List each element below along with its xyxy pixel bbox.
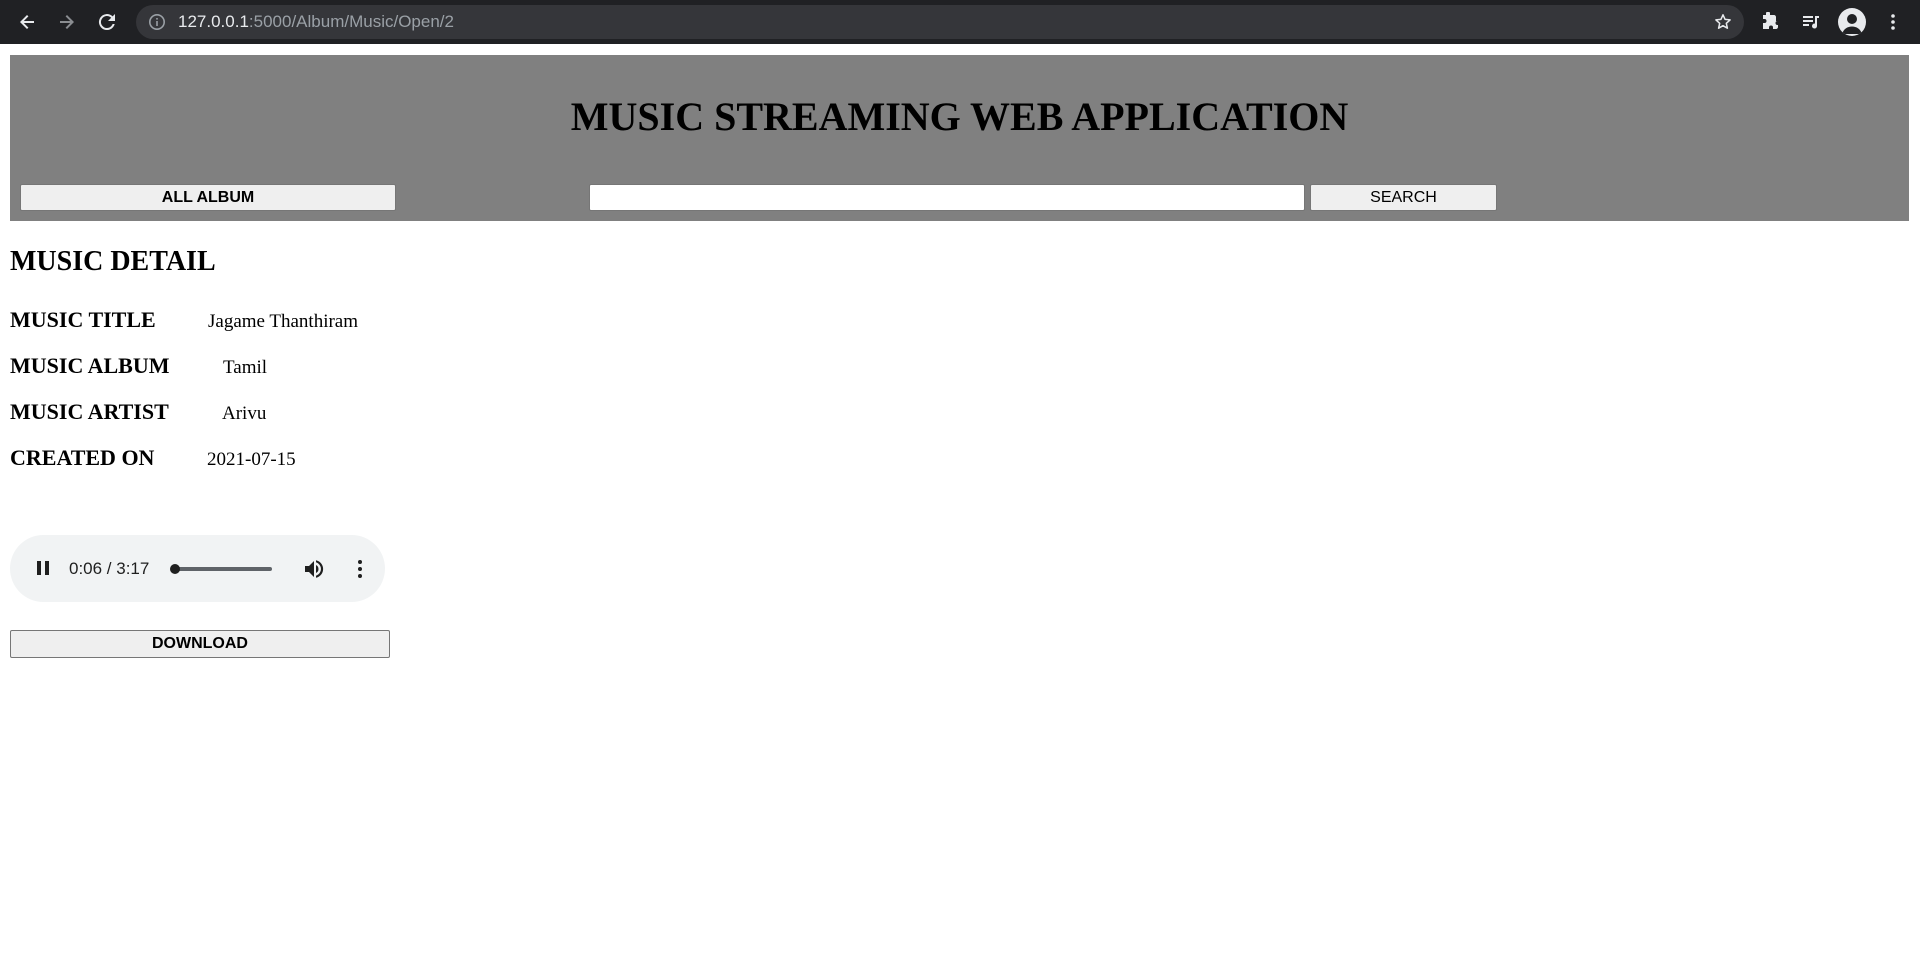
playback-time: 0:06 / 3:17 xyxy=(69,559,150,578)
detail-value: Tamil xyxy=(223,357,268,378)
search-button[interactable]: SEARCH xyxy=(1310,184,1497,211)
back-arrow-icon[interactable] xyxy=(14,9,40,35)
site-title: MUSIC STREAMING WEB APPLICATION xyxy=(570,94,1349,139)
url-host: 127.0.0.1 xyxy=(178,12,249,31)
forward-arrow-icon[interactable] xyxy=(54,9,80,35)
search-input[interactable] xyxy=(589,184,1305,211)
info-icon[interactable] xyxy=(148,13,166,36)
more-options-icon[interactable] xyxy=(348,557,372,586)
url-text: 127.0.0.1:5000/Album/Music/Open/2 xyxy=(178,5,454,39)
detail-value: 2021-07-15 xyxy=(207,449,296,470)
kebab-menu-icon[interactable] xyxy=(1880,9,1906,35)
detail-label: MUSIC ARTIST xyxy=(10,399,169,424)
star-icon[interactable] xyxy=(1714,13,1732,36)
detail-label: MUSIC ALBUM xyxy=(10,353,170,378)
media-queue-icon[interactable] xyxy=(1798,9,1824,35)
all-album-button[interactable]: ALL ALBUM xyxy=(20,184,396,211)
pause-icon[interactable] xyxy=(34,559,52,582)
seek-slider[interactable] xyxy=(170,564,272,574)
url-path: :5000/Album/Music/Open/2 xyxy=(248,12,454,31)
puzzle-icon[interactable] xyxy=(1758,9,1784,35)
detail-value: Jagame Thanthiram xyxy=(208,311,359,332)
profile-icon[interactable] xyxy=(1838,8,1866,36)
download-button[interactable]: DOWNLOAD xyxy=(10,630,390,658)
detail-label: CREATED ON xyxy=(10,445,155,470)
audio-player: 0:06 / 3:17 xyxy=(10,535,385,602)
music-detail-heading: MUSIC DETAIL xyxy=(10,246,216,277)
detail-label: MUSIC TITLE xyxy=(10,307,156,332)
volume-icon[interactable] xyxy=(302,557,326,586)
seek-handle[interactable] xyxy=(170,564,180,574)
reload-icon[interactable] xyxy=(94,9,120,35)
site-header: MUSIC STREAMING WEB APPLICATION ALL ALBU… xyxy=(10,55,1909,221)
detail-value: Arivu xyxy=(222,403,267,424)
browser-toolbar: 127.0.0.1:5000/Album/Music/Open/2 xyxy=(0,0,1920,44)
address-bar[interactable]: 127.0.0.1:5000/Album/Music/Open/2 xyxy=(136,5,1744,39)
